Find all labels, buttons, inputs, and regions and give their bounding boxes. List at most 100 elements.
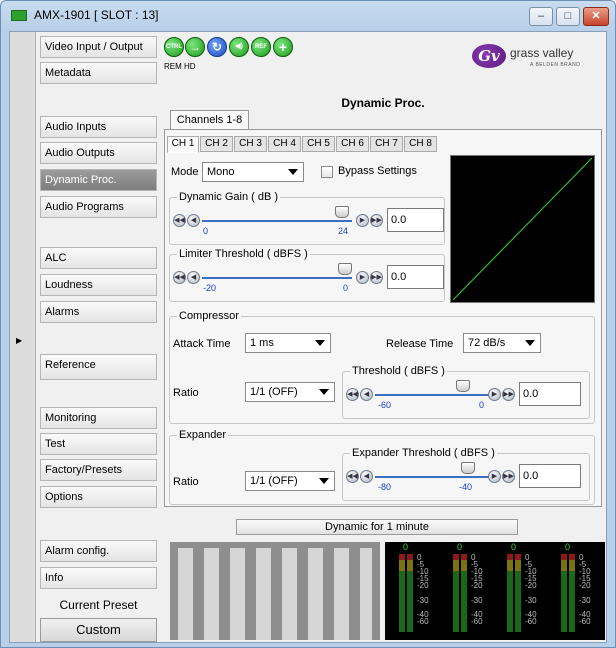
sidebar-item-factory-presets[interactable]: Factory/Presets [40, 459, 157, 481]
meter-bar [282, 548, 297, 640]
expand-arrow-icon[interactable]: ▶ [16, 336, 22, 345]
ref-icon[interactable]: REF [251, 37, 271, 57]
expander-ratio-select[interactable]: 1/1 (OFF) [245, 471, 335, 491]
tab-channels-1-8[interactable]: Channels 1-8 [170, 110, 249, 130]
sidebar-item-loudness[interactable]: Loudness [40, 274, 157, 296]
tab-ch6[interactable]: CH 6 [336, 136, 369, 152]
tab-ch3[interactable]: CH 3 [234, 136, 267, 152]
meter-scale-tick: -20 [471, 581, 483, 590]
step-back-icon[interactable]: ◀ [360, 470, 373, 483]
meter-scale-tick: -20 [417, 581, 429, 590]
meter-bar [178, 548, 193, 640]
output-level-meters: 0 0 -5 -10 -15 -20 -30 -40 -60 0 0 -5 -10 -15 -20 -30 -4… [385, 542, 605, 640]
meter-scale-tick: -30 [525, 596, 537, 605]
expander-threshold-thumb[interactable] [461, 462, 475, 474]
expander-threshold-group: Expander Threshold ( dBFS ) ◀◀ ◀ -80 -40… [342, 447, 590, 501]
limiter-thumb[interactable] [338, 263, 352, 275]
collapse-strip[interactable]: ▶ [10, 32, 36, 642]
fast-rewind-icon[interactable]: ◀◀ [346, 470, 359, 483]
sidebar-item-alc[interactable]: ALC [40, 247, 157, 269]
tab-ch8[interactable]: CH 8 [404, 136, 437, 152]
sidebar-item-video-input-output[interactable]: Video Input / Output [40, 36, 157, 58]
channel-panel: CH 1 CH 2 CH 3 CH 4 CH 5 CH 6 CH 7 CH 8 … [164, 129, 602, 507]
meter-scale-tick: -20 [579, 581, 591, 590]
fast-forward-icon[interactable]: ▶▶ [370, 271, 383, 284]
sidebar-item-monitoring[interactable]: Monitoring [40, 407, 157, 429]
release-time-select[interactable]: 72 dB/s [463, 333, 541, 353]
speaker-icon[interactable]: ◀) [229, 37, 249, 57]
close-button[interactable]: ✕ [583, 7, 609, 26]
meter-channel-bar [515, 554, 521, 632]
expander-threshold-title: Expander Threshold ( dBFS ) [350, 447, 497, 459]
step-forward-icon[interactable]: ▶ [488, 388, 501, 401]
expander-threshold-current: -40 [459, 482, 473, 492]
grass-valley-logo: Gv grass valley A BELDEN BRAND [472, 42, 602, 70]
step-forward-icon[interactable]: ▶ [356, 214, 369, 227]
chevron-down-icon [315, 340, 325, 346]
tab-ch4[interactable]: CH 4 [268, 136, 301, 152]
dynamic-gain-track[interactable] [202, 220, 352, 222]
compressor-threshold-thumb[interactable] [456, 380, 470, 392]
step-back-icon[interactable]: ◀ [187, 214, 200, 227]
sidebar-item-info[interactable]: Info [40, 567, 157, 589]
minimize-button[interactable]: – [529, 7, 553, 26]
maximize-button[interactable]: □ [556, 7, 580, 26]
compressor-ratio-select[interactable]: 1/1 (OFF) [245, 382, 335, 402]
dynamic-gain-input[interactable]: 0.0 [387, 208, 444, 232]
sidebar-item-audio-outputs[interactable]: Audio Outputs [40, 142, 157, 164]
step-forward-icon[interactable]: ▶ [488, 470, 501, 483]
fast-rewind-icon[interactable]: ◀◀ [173, 271, 186, 284]
release-time-value: 72 dB/s [468, 337, 506, 349]
tab-ch5[interactable]: CH 5 [302, 136, 335, 152]
limiter-input[interactable]: 0.0 [387, 265, 444, 289]
fast-rewind-icon[interactable]: ◀◀ [173, 214, 186, 227]
step-forward-icon[interactable]: ▶ [356, 271, 369, 284]
dynamic-gain-group: Dynamic Gain ( dB ) ◀◀ ◀ 0 24 ▶ ▶▶ 0.0 [169, 191, 445, 245]
dynamic-gain-thumb[interactable] [335, 206, 349, 218]
mode-select[interactable]: Mono [202, 162, 304, 182]
hd-label: HD [184, 62, 196, 71]
compressor-threshold-track[interactable] [375, 394, 499, 396]
limiter-track[interactable] [202, 277, 352, 279]
expander-threshold-track[interactable] [375, 476, 499, 478]
sidebar-item-options[interactable]: Options [40, 486, 157, 508]
title-bar[interactable]: AMX-1901 [ SLOT : 13] – □ ✕ [1, 1, 615, 31]
mode-value: Mono [207, 166, 235, 178]
step-back-icon[interactable]: ◀ [360, 388, 373, 401]
sidebar-item-reference[interactable]: Reference [40, 354, 157, 380]
ctrl-status-icon[interactable]: CTRL [164, 37, 184, 57]
sidebar-item-alarms[interactable]: Alarms [40, 301, 157, 323]
meter-scale-tick: -60 [525, 617, 537, 626]
fast-forward-icon[interactable]: ▶▶ [370, 214, 383, 227]
compressor-group: Compressor Attack Time 1 ms Release Time… [169, 310, 595, 424]
refresh-icon[interactable]: ↻ [207, 37, 227, 57]
attack-time-select[interactable]: 1 ms [245, 333, 331, 353]
sidebar-item-metadata[interactable]: Metadata [40, 62, 157, 84]
sidebar-item-audio-programs[interactable]: Audio Programs [40, 196, 157, 218]
tab-ch2[interactable]: CH 2 [200, 136, 233, 152]
sidebar: Video Input / Output Metadata Audio Inpu… [36, 32, 159, 642]
window-title: AMX-1901 [ SLOT : 13] [34, 8, 159, 22]
current-preset-value[interactable]: Custom [40, 618, 157, 642]
compressor-threshold-input[interactable]: 0.0 [519, 382, 581, 406]
fast-forward-icon[interactable]: ▶▶ [502, 388, 515, 401]
plus-icon[interactable]: + [273, 37, 293, 57]
sidebar-item-alarm-config[interactable]: Alarm config. [40, 540, 157, 562]
page-title: Dynamic Proc. [341, 96, 425, 110]
attack-time-label: Attack Time [173, 338, 231, 350]
expander-threshold-input[interactable]: 0.0 [519, 464, 581, 488]
step-back-icon[interactable]: ◀ [187, 271, 200, 284]
compressor-threshold-title: Threshold ( dBFS ) [350, 365, 447, 377]
sidebar-item-audio-inputs[interactable]: Audio Inputs [40, 116, 157, 138]
sidebar-item-test[interactable]: Test [40, 433, 157, 455]
fast-rewind-icon[interactable]: ◀◀ [346, 388, 359, 401]
fast-forward-icon[interactable]: ▶▶ [502, 470, 515, 483]
bypass-checkbox[interactable] [321, 166, 333, 178]
tab-ch1[interactable]: CH 1 [167, 136, 199, 153]
compressor-ratio-value: 1/1 (OFF) [250, 386, 298, 398]
chevron-down-icon [319, 389, 329, 395]
tab-ch7[interactable]: CH 7 [370, 136, 403, 152]
arrow-right-icon[interactable]: → [185, 37, 205, 57]
meter-peak-label: 0 [565, 542, 571, 552]
sidebar-item-dynamic-proc[interactable]: Dynamic Proc. [40, 169, 157, 191]
